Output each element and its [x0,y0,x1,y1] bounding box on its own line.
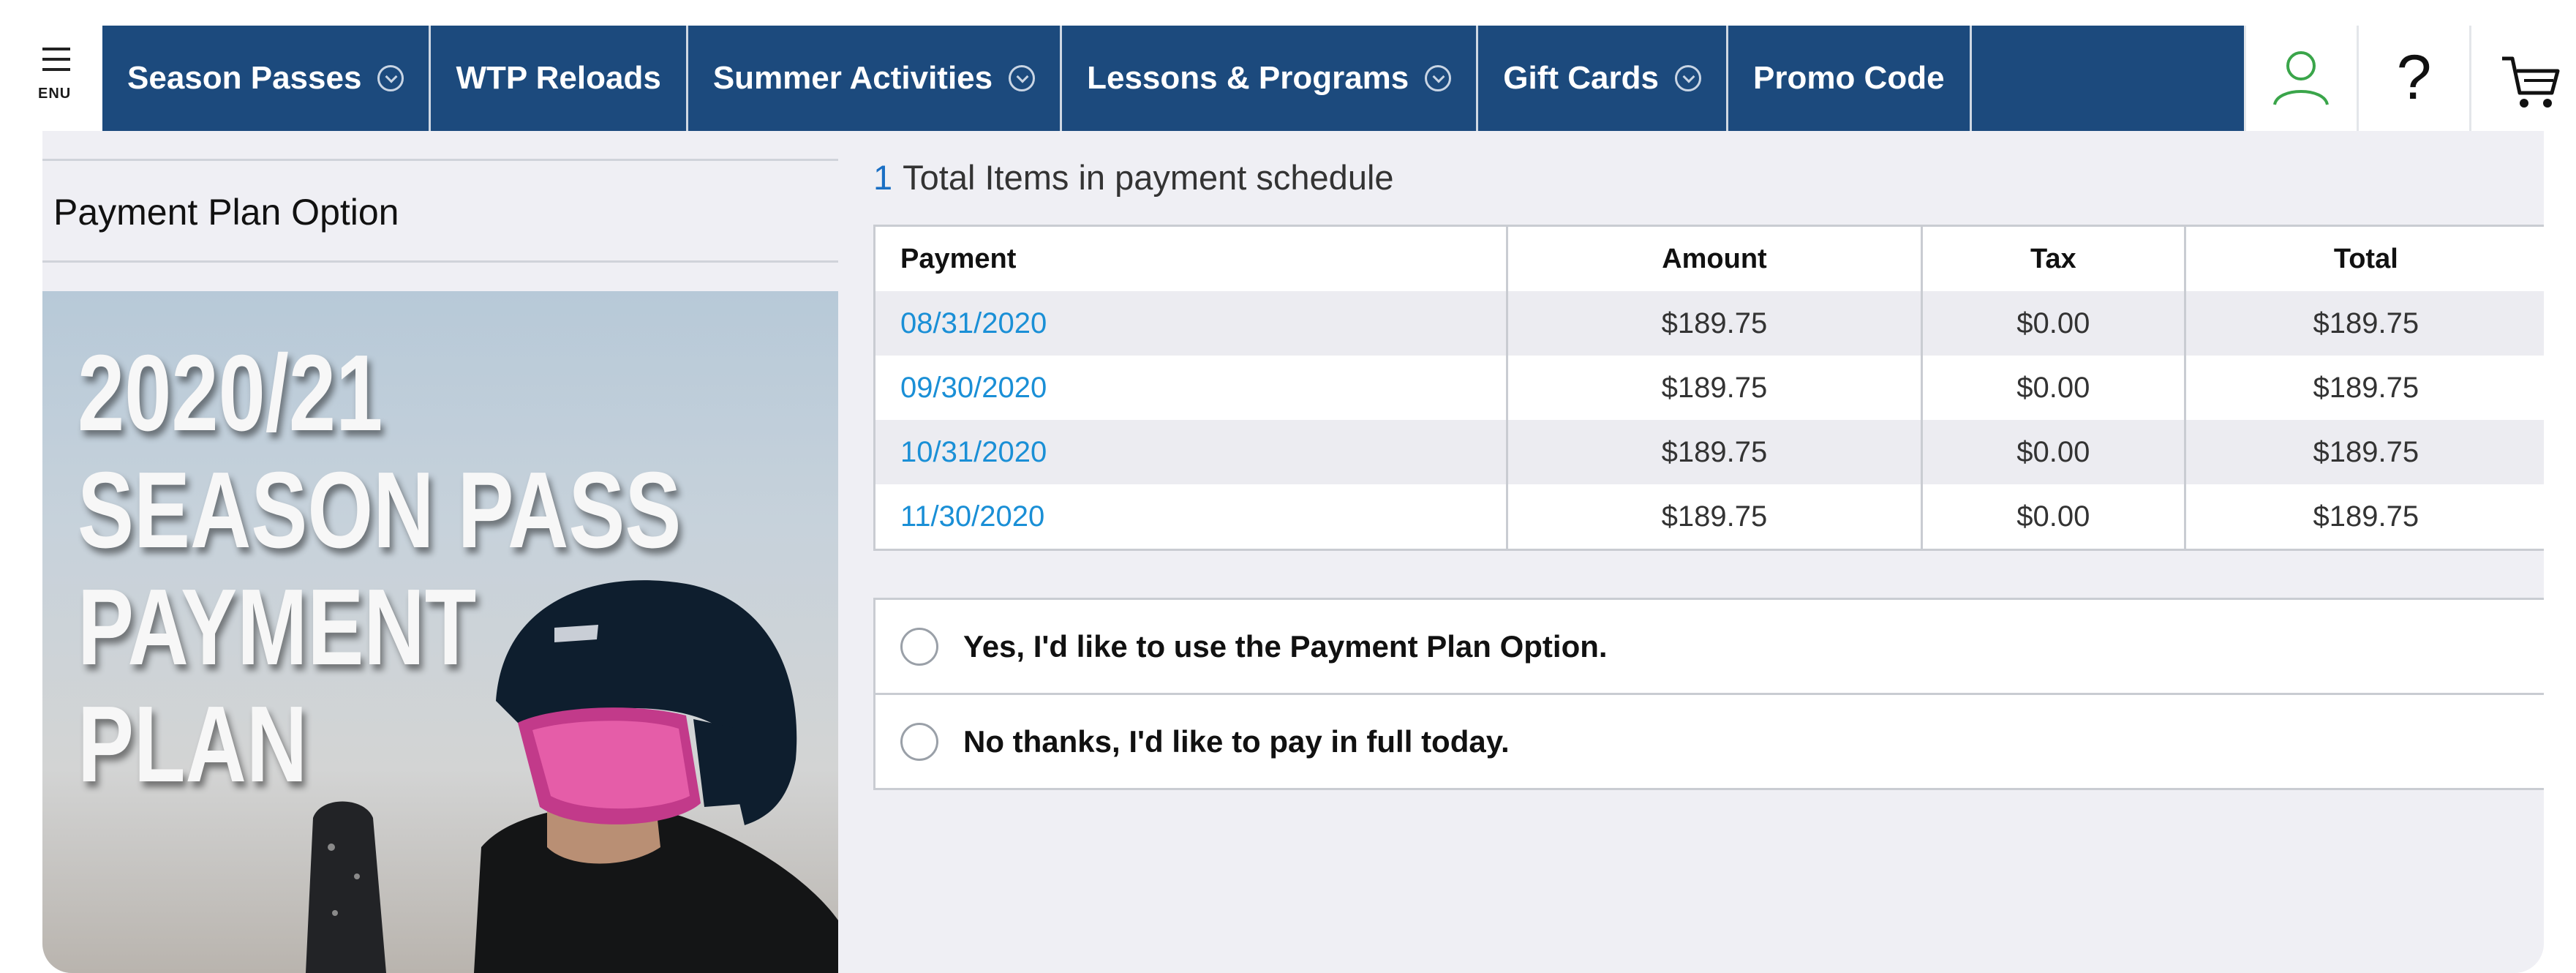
payment-date-link[interactable]: 10/31/2020 [874,420,1507,484]
snowboarder-illustration [306,580,838,973]
main-nav: Season Passes WTP Reloads Summer Activit… [102,26,2244,131]
user-icon [2273,51,2329,105]
cart-icon [2502,56,2560,108]
table-row: 08/31/2020 $189.75 $0.00 $189.75 [874,291,2544,356]
menu-button[interactable]: ENU [0,26,102,131]
payment-date-link[interactable]: 09/30/2020 [874,356,1507,420]
tax-cell: $0.00 [1921,420,2185,484]
nav-wtp-reloads[interactable]: WTP Reloads [431,26,688,131]
section-title: Payment Plan Option [53,192,399,233]
nav-lessons-programs[interactable]: Lessons & Programs [1062,26,1479,131]
nav-label: WTP Reloads [456,60,661,96]
summary-text: Total Items in payment schedule [903,158,1394,197]
tax-cell: $0.00 [1921,291,2185,356]
amount-cell: $189.75 [1505,484,1922,550]
tax-cell: $0.00 [1921,356,2185,420]
column-header: Tax [1921,225,2185,291]
nav-label: Gift Cards [1503,60,1659,96]
option-label: No thanks, I'd like to pay in full today… [963,724,1510,759]
radio-button[interactable] [900,722,938,761]
nav-gift-cards[interactable]: Gift Cards [1478,26,1728,131]
payment-schedule: 1 Total Items in payment schedule Payment… [873,131,2544,973]
tax-cell: $0.00 [1921,484,2185,550]
payment-date-link[interactable]: 11/30/2020 [874,484,1507,550]
account-button[interactable] [2244,26,2357,131]
help-button[interactable]: ? [2357,26,2469,131]
nav-label: Summer Activities [712,60,993,96]
column-header: Payment [874,225,1507,291]
nav-season-passes[interactable]: Season Passes [102,26,432,131]
column-header: Amount [1505,225,1922,291]
nav-label: Promo Code [1752,60,1945,96]
radio-button[interactable] [900,627,938,666]
divider [42,159,838,161]
promo-image: 2020/21 SEASON PASS PAYMENT PLAN [42,291,838,973]
nav-label: Lessons & Programs [1087,60,1409,96]
content-panel: Payment Plan Option 2020/21 SEASON PASS … [42,131,2544,973]
item-count: 1 [873,158,893,197]
table-row: 11/30/2020 $189.75 $0.00 $189.75 [874,484,2544,550]
cart-button[interactable] [2469,26,2576,131]
menu-label: ENU [38,86,72,102]
option-pay-in-full[interactable]: No thanks, I'd like to pay in full today… [875,693,2544,788]
schedule-summary: 1 Total Items in payment schedule [873,157,1394,198]
left-column: Payment Plan Option 2020/21 SEASON PASS … [42,131,838,973]
top-navigation: ENU Season Passes WTP Reloads Summer Act… [0,26,2576,131]
amount-cell: $189.75 [1505,356,1922,420]
chevron-down-icon [377,65,404,91]
schedule-table: Payment Amount Tax Total 08/31/2020 $189… [873,225,2544,551]
table-row: 10/31/2020 $189.75 $0.00 $189.75 [874,420,2544,484]
amount-cell: $189.75 [1505,420,1922,484]
hamburger-icon [42,48,70,78]
table-row: 09/30/2020 $189.75 $0.00 $189.75 [874,356,2544,420]
amount-cell: $189.75 [1505,291,1922,356]
total-cell: $189.75 [2183,291,2544,356]
chevron-down-icon [1674,65,1701,91]
nav-label: Season Passes [127,60,362,96]
total-cell: $189.75 [2183,420,2544,484]
table-header-row: Payment Amount Tax Total [874,225,2544,291]
chevron-down-icon [1009,65,1036,91]
chevron-down-icon [1425,65,1452,91]
option-use-payment-plan[interactable]: Yes, I'd like to use the Payment Plan Op… [875,600,2544,693]
payment-options: Yes, I'd like to use the Payment Plan Op… [873,598,2544,790]
nav-filler [1972,26,2244,131]
nav-promo-code[interactable]: Promo Code [1728,26,1972,131]
nav-summer-activities[interactable]: Summer Activities [688,26,1063,131]
column-header: Total [2183,225,2544,291]
total-cell: $189.75 [2183,484,2544,550]
payment-date-link[interactable]: 08/31/2020 [874,291,1507,356]
divider [42,260,838,263]
total-cell: $189.75 [2183,356,2544,420]
help-icon: ? [2396,42,2432,113]
option-label: Yes, I'd like to use the Payment Plan Op… [963,628,1608,664]
